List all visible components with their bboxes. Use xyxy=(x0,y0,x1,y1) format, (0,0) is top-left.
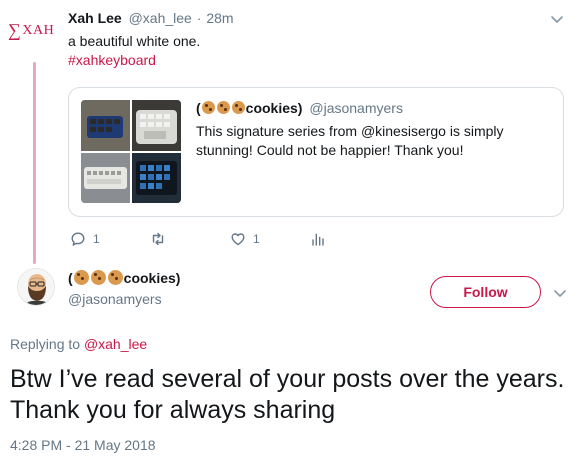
header-separator: · xyxy=(196,10,202,26)
replying-to: Replying to @xah_lee xyxy=(10,336,147,352)
name-open-paren: ( xyxy=(68,270,73,286)
retweet-action[interactable] xyxy=(150,230,173,248)
cookie-icon xyxy=(231,101,245,114)
reply-icon xyxy=(71,232,85,246)
quoted-author-handle[interactable]: @jasonamyers xyxy=(309,100,403,116)
replying-to-handle[interactable]: @xah_lee xyxy=(84,336,147,352)
name-open-paren: ( xyxy=(196,100,201,116)
keyboard-photo-4[interactable] xyxy=(132,153,181,203)
tweet-timestamp[interactable]: 4:28 PM - 21 May 2018 xyxy=(10,437,156,453)
like-count: 1 xyxy=(253,232,260,246)
heart-icon xyxy=(231,233,245,246)
analytics-action[interactable] xyxy=(310,230,326,248)
keyboard-photo-2[interactable] xyxy=(132,100,181,151)
chevron-down-icon[interactable] xyxy=(550,12,564,26)
quoted-tweet-header: ( cookies) @jasonamyers xyxy=(196,100,403,116)
thread-line xyxy=(33,62,36,264)
cookie-icon xyxy=(107,270,123,285)
reply-count: 1 xyxy=(93,232,100,246)
name-text: cookies) xyxy=(123,270,181,286)
keyboard-photo-1[interactable] xyxy=(81,100,130,151)
logo-text: XAH xyxy=(22,23,55,38)
cookie-icon xyxy=(73,270,89,285)
chevron-down-icon[interactable] xyxy=(553,286,567,300)
xah-logo[interactable]: ∑XAH xyxy=(8,20,62,42)
quoted-tweet[interactable]: ( cookies) @jasonamyers This signature se… xyxy=(68,87,564,217)
retweet-icon xyxy=(152,232,164,246)
quoted-media-grid[interactable] xyxy=(81,100,181,203)
parent-author-name[interactable]: Xah Lee xyxy=(68,10,122,26)
like-action[interactable]: 1 xyxy=(230,230,260,248)
avatar[interactable] xyxy=(17,268,55,306)
cookie-icon xyxy=(90,270,106,285)
parent-author-handle[interactable]: @xah_lee xyxy=(129,10,192,26)
cookie-icon xyxy=(201,101,215,114)
replying-to-label: Replying to xyxy=(10,336,81,352)
hashtag-link[interactable]: #xahkeyboard xyxy=(68,51,156,70)
analytics-icon xyxy=(312,233,324,246)
cookie-icon xyxy=(216,101,230,114)
quoted-tweet-text: This signature series from @kinesisergo … xyxy=(196,123,504,158)
reply-action[interactable]: 1 xyxy=(70,230,100,248)
main-author-name[interactable]: ( cookies) xyxy=(68,270,180,286)
parent-time-ago[interactable]: 28m xyxy=(206,10,233,26)
parent-tweet-text: a beautiful white one. xyxy=(68,33,201,49)
name-text: cookies) xyxy=(245,100,303,116)
logo-sigma: ∑ xyxy=(8,20,22,40)
quoted-author-name[interactable]: ( cookies) xyxy=(196,100,302,116)
main-author-handle[interactable]: @jasonamyers xyxy=(68,291,162,307)
keyboard-photo-3[interactable] xyxy=(81,153,130,203)
main-tweet-text: Btw I’ve read several of your posts over… xyxy=(10,365,565,424)
parent-tweet-header: Xah Lee @xah_lee · 28m xyxy=(68,10,234,26)
follow-button[interactable]: Follow xyxy=(430,276,541,308)
